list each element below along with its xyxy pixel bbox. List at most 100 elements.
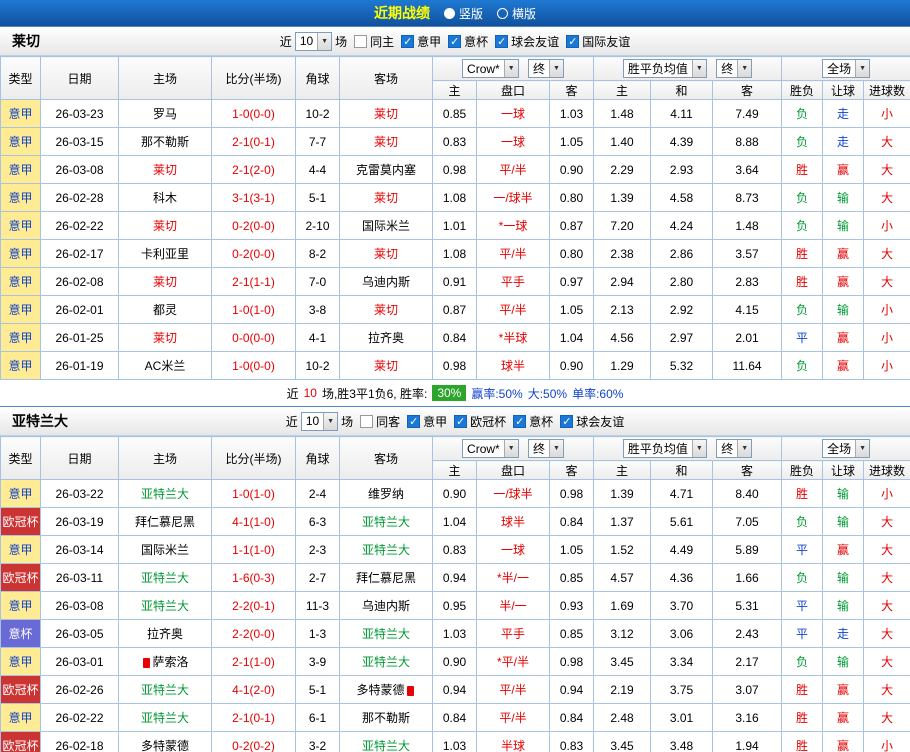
checkbox-icon[interactable] xyxy=(360,414,374,428)
col-type: 类型 xyxy=(0,56,41,100)
scope-select[interactable]: 全场 ▼ xyxy=(822,59,871,78)
home-team-cell: 莱切 xyxy=(118,323,212,352)
result-let-cell: 走 xyxy=(822,619,865,648)
home-team-cell: 亚特兰大 xyxy=(118,479,212,508)
corner-cell: 7-7 xyxy=(295,127,340,156)
col-avg-away: 客 xyxy=(712,460,783,480)
team-name: 莱切 xyxy=(373,359,398,373)
corner-cell: 5-1 xyxy=(295,675,340,704)
avg-home-cell: 1.52 xyxy=(593,535,652,564)
home-team-cell: 莱切 xyxy=(118,211,212,240)
corner-cell: 6-3 xyxy=(295,507,340,536)
checkbox-icon[interactable] xyxy=(401,34,415,48)
team-name: 国际米兰 xyxy=(140,543,189,557)
avg-away-cell: 1.94 xyxy=(712,731,783,752)
avg-odds-select[interactable]: 胜平负均值 ▼ xyxy=(622,59,707,78)
filter-checkbox-4[interactable]: 球会友谊 xyxy=(560,413,624,430)
odds-time-select[interactable]: 终 ▼ xyxy=(528,59,564,78)
checkbox-icon[interactable] xyxy=(560,414,574,428)
checkbox-icon[interactable] xyxy=(454,414,468,428)
col-let: 让球 xyxy=(822,80,865,100)
filter-checkbox-1[interactable]: 意甲 xyxy=(407,413,447,430)
checkbox-icon[interactable] xyxy=(495,34,509,48)
scope-select[interactable]: 全场 ▼ xyxy=(822,439,871,458)
filter-checkbox-0[interactable]: 同主 xyxy=(354,33,394,50)
home-team-cell: 国际米兰 xyxy=(118,535,212,564)
avg-draw-cell: 3.01 xyxy=(650,703,714,732)
score-cell: 2-2(0-1) xyxy=(211,591,296,620)
chevron-down-icon: ▼ xyxy=(503,60,518,77)
result-let-cell: 赢 xyxy=(822,703,865,732)
result-wdl-cell: 负 xyxy=(781,507,824,536)
filter-checkbox-2[interactable]: 意杯 xyxy=(448,33,488,50)
odds-company-select[interactable]: Crow* ▼ xyxy=(462,59,519,78)
checkbox-icon[interactable] xyxy=(566,34,580,48)
team-name: 亚特兰大 xyxy=(361,543,410,557)
checkbox-icon[interactable] xyxy=(354,34,368,48)
layout-option-vertical[interactable]: 竖版 xyxy=(443,5,483,22)
col-avg-away: 客 xyxy=(712,80,783,100)
result-wdl-cell: 胜 xyxy=(781,731,824,752)
checkbox-icon[interactable] xyxy=(513,414,527,428)
match-row: 意甲 26-01-19 AC米兰 1-0(0-0) 10-2 莱切 0.98 球半 0.90 1.… xyxy=(0,351,910,380)
odds-home-cell: 0.90 xyxy=(432,479,477,508)
avg-away-cell: 5.31 xyxy=(712,591,783,620)
league-cell: 意甲 xyxy=(0,647,41,676)
away-team-cell: 莱切 xyxy=(339,239,433,268)
radio-icon[interactable] xyxy=(497,7,508,19)
col-handicap: 盘口 xyxy=(476,460,550,480)
team-name: 拜仁慕尼黑 xyxy=(134,515,195,529)
odds-company-select[interactable]: Crow* ▼ xyxy=(462,439,519,458)
radio-icon[interactable] xyxy=(443,7,455,19)
league-cell: 意甲 xyxy=(0,267,41,296)
odds-time-select[interactable]: 终 ▼ xyxy=(528,439,564,458)
away-team-cell: 亚特兰大 xyxy=(339,507,433,536)
match-row: 意甲 26-03-01 萨索洛 2-1(1-0) 3-9 亚特兰大 0.90 *平/半 0.98… xyxy=(0,647,910,676)
checkbox-icon[interactable] xyxy=(407,414,421,428)
avg-draw-cell: 3.06 xyxy=(650,619,714,648)
result-goals-cell: 大 xyxy=(863,647,910,676)
home-team-cell: 科木 xyxy=(118,183,212,212)
handicap-cell: *一球 xyxy=(476,211,550,240)
filter-checkbox-2[interactable]: 欧冠杯 xyxy=(454,413,506,430)
corner-cell: 1-3 xyxy=(295,619,340,648)
avg-home-cell: 3.12 xyxy=(593,619,652,648)
match-count-select[interactable]: 10 ▼ xyxy=(300,411,339,431)
odds-home-cell: 0.94 xyxy=(432,563,477,592)
odds-away-cell: 0.80 xyxy=(548,183,595,212)
score-cell: 2-1(2-0) xyxy=(211,155,296,184)
odds-home-cell: 1.08 xyxy=(432,239,477,268)
avg-time-select[interactable]: 终 ▼ xyxy=(716,59,753,78)
away-team-cell: 莱切 xyxy=(339,127,433,156)
filter-checkbox-1[interactable]: 意甲 xyxy=(401,33,441,50)
filter-checkbox-3[interactable]: 球会友谊 xyxy=(495,33,559,50)
avg-home-cell: 2.13 xyxy=(593,295,652,324)
away-team-cell: 维罗纳 xyxy=(339,479,433,508)
result-goals-cell: 大 xyxy=(863,535,910,564)
chevron-down-icon: ▼ xyxy=(549,440,563,457)
handicap-cell: 平手 xyxy=(476,267,550,296)
score-cell: 1-6(0-3) xyxy=(211,563,296,592)
avg-away-cell: 7.05 xyxy=(712,507,783,536)
filter-checkbox-3[interactable]: 意杯 xyxy=(513,413,553,430)
chevron-down-icon: ▼ xyxy=(549,60,563,77)
filter-checkbox-4[interactable]: 国际友谊 xyxy=(566,33,630,50)
chevron-down-icon: ▼ xyxy=(855,60,870,77)
filter-checkbox-0[interactable]: 同客 xyxy=(360,413,400,430)
team-name: 拉齐奥 xyxy=(146,627,183,641)
avg-draw-cell: 4.36 xyxy=(650,563,714,592)
odds-home-cell: 0.84 xyxy=(432,703,477,732)
avg-away-cell: 8.40 xyxy=(712,479,783,508)
home-team-cell: 拉齐奥 xyxy=(118,619,212,648)
score-cell: 2-1(1-1) xyxy=(211,267,296,296)
avg-time-select[interactable]: 终 ▼ xyxy=(716,439,753,458)
checkbox-icon[interactable] xyxy=(448,34,462,48)
odds-home-cell: 0.90 xyxy=(432,647,477,676)
match-count-select[interactable]: 10 ▼ xyxy=(294,31,333,51)
avg-odds-select[interactable]: 胜平负均值 ▼ xyxy=(622,439,707,458)
handicap-cell: 一球 xyxy=(476,535,550,564)
team-name: 克雷莫内塞 xyxy=(355,163,416,177)
layout-option-horizontal[interactable]: 横版 xyxy=(497,5,536,22)
col-away: 客场 xyxy=(339,436,433,480)
team-name: 科木 xyxy=(152,191,177,205)
